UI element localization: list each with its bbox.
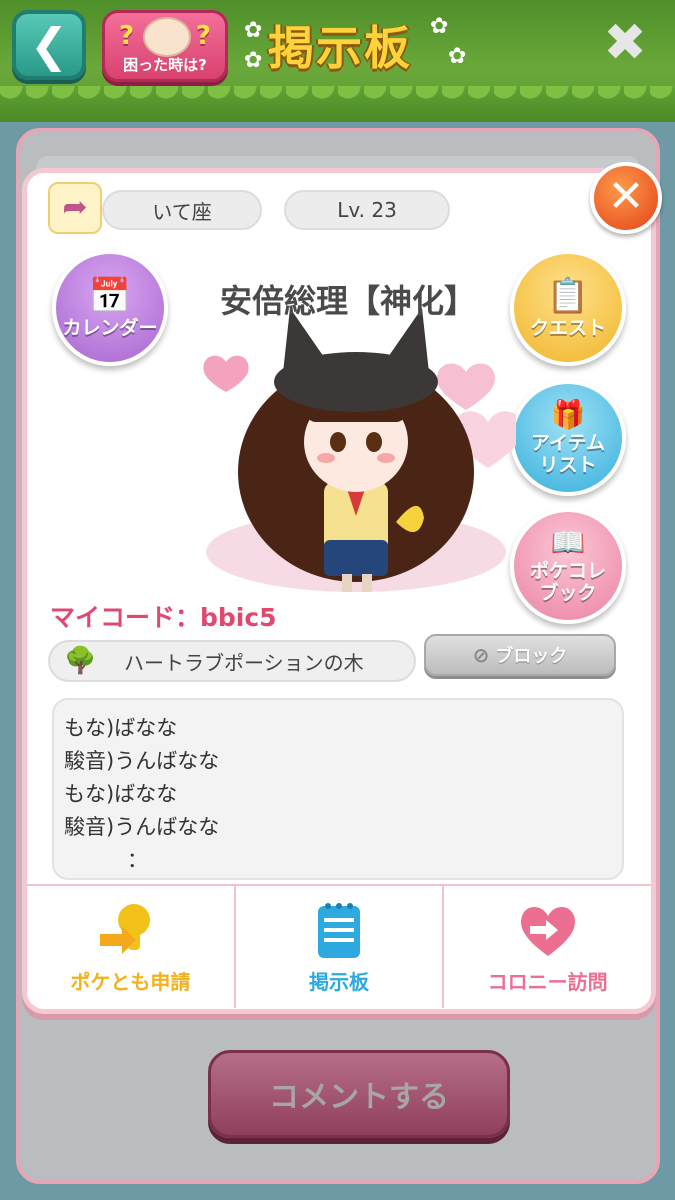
flower-icon: ✿ [430, 14, 449, 39]
calendar-icon: 📅 [88, 275, 132, 316]
gift-icon: 🎁 [550, 398, 586, 432]
pokecolle-book-label-2: ブック [539, 582, 597, 605]
colony-visit-button[interactable]: コロニー訪問 [444, 886, 651, 1008]
message-line: もな)ばなな [64, 716, 178, 740]
message-line: もな)ばなな [64, 782, 178, 806]
book-icon: 📖 [550, 526, 586, 560]
flower-icon: ✿ [244, 48, 263, 73]
block-button[interactable]: ⊘ ブロック [424, 634, 616, 676]
message-line: ： [64, 848, 148, 872]
player-name: 安倍総理【神化】 [220, 282, 477, 320]
board-label: 掲示板 [309, 969, 369, 994]
prohibited-icon: ⊘ [472, 643, 490, 667]
flower-icon: ✿ [448, 44, 467, 69]
zodiac-sign-pill: いて座 [102, 190, 262, 230]
notepad-icon [314, 900, 364, 960]
message-line: 駿音)うんばなな [64, 815, 220, 839]
pokecolle-book-button[interactable]: 📖 ポケコレ ブック [510, 508, 626, 624]
board-button[interactable]: 掲示板 [236, 886, 445, 1008]
message-line: 駿音)うんばなな [64, 749, 220, 773]
calendar-button[interactable]: 📅 カレンダー [52, 250, 168, 366]
grass-decoration [0, 86, 675, 122]
friend-key-icon [98, 900, 162, 960]
item-list-button[interactable]: 🎁 アイテム リスト [510, 380, 626, 496]
question-mark-icon: ? [119, 21, 135, 51]
back-button[interactable]: ❮ [12, 10, 86, 80]
calendar-label: カレンダー [62, 316, 158, 339]
colony-visit-label: コロニー訪問 [487, 969, 608, 994]
item-list-label-2: リスト [539, 454, 597, 477]
quest-label: クエスト [529, 316, 606, 339]
tree-icon: 🌳 [64, 646, 97, 676]
question-mark-icon: ? [195, 21, 211, 51]
top-bar: ❮ ? ? 困った時は? ✿ ✿ 掲示板 ✿ ✿ ✖ [0, 0, 675, 122]
close-icon[interactable]: ✖ [600, 17, 650, 69]
help-label: 困った時は? [123, 56, 207, 74]
clipboard-icon: 📋 [546, 275, 590, 316]
block-label: ブロック [495, 646, 568, 667]
level-pill: Lv. 23 [284, 190, 450, 230]
comment-button[interactable]: コメントする [208, 1050, 510, 1138]
visit-heart-icon [516, 900, 580, 960]
avatar-scene [196, 302, 523, 602]
zodiac-sign-label: いて座 [152, 199, 212, 224]
back-arrow-icon: ❮ [29, 18, 69, 72]
professor-avatar-icon [143, 17, 191, 57]
card-action-bar: ポケとも申請 掲示板 コロニー訪問 [27, 884, 651, 1008]
flower-icon: ✿ [244, 18, 263, 43]
item-list-label-1: アイテム [530, 432, 606, 455]
pokecolle-book-label-1: ポケコレ [529, 560, 606, 583]
quest-button[interactable]: 📋 クエスト [510, 250, 626, 366]
tree-pill: 🌳 ハートラブポーションの木 [48, 640, 416, 682]
close-x-icon: ✕ [607, 171, 645, 222]
profile-message-box: もな)ばなな 駿音)うんばなな もな)ばなな 駿音)うんばなな ： [52, 698, 624, 880]
tree-label: ハートラブポーションの木 [124, 650, 364, 675]
help-button[interactable]: ? ? 困った時は? [102, 10, 228, 82]
friend-request-label: ポケとも申請 [70, 969, 191, 994]
my-code: マイコード：bbic5 [50, 603, 277, 632]
level-label: Lv. 23 [337, 198, 397, 222]
page-title: 掲示板 [268, 21, 412, 75]
friend-request-button[interactable]: ポケとも申請 [27, 886, 236, 1008]
sagittarius-bow-icon: ➦ [48, 182, 102, 234]
card-close-button[interactable]: ✕ [590, 162, 662, 234]
